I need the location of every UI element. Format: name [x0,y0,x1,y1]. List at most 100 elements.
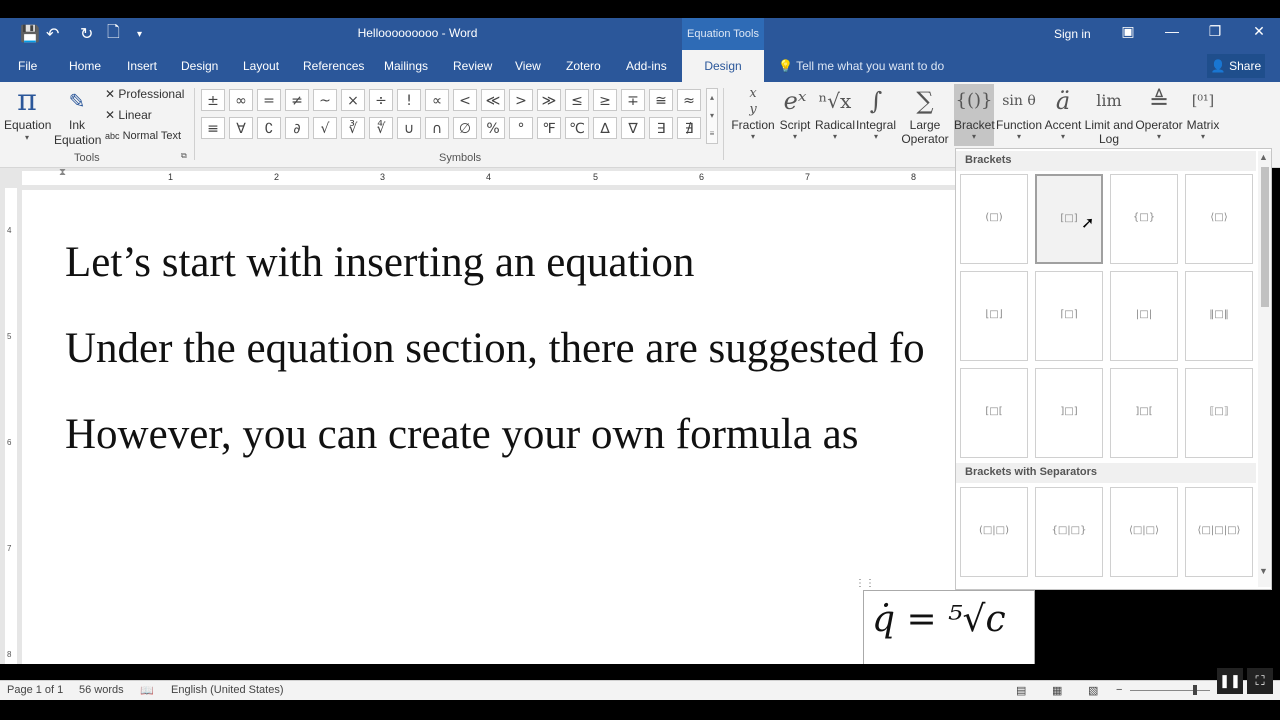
tell-me-search[interactable]: 💡 Tell me what you want to do [778,59,944,73]
sign-in-link[interactable]: Sign in [1054,27,1091,41]
symbol-button[interactable]: ∞ [229,89,253,111]
symbol-button[interactable]: ∆ [593,117,617,139]
symbol-button[interactable]: ∝ [425,89,449,111]
read-mode-icon[interactable]: ▤ [1016,684,1026,697]
symbol-button[interactable]: ∄ [677,117,701,139]
print-layout-icon[interactable]: ▦ [1052,684,1062,697]
symbol-button[interactable]: % [481,117,505,139]
scroll-up-icon[interactable]: ▲ [1259,152,1268,162]
tab-file[interactable]: File [18,59,37,73]
ink-equation-button[interactable]: ✎ Ink Equation [54,84,101,148]
separator-bracket-template[interactable]: ⟨□|□⟩ [1110,487,1178,577]
minimize-icon[interactable]: — [1152,23,1192,39]
symbol-button[interactable]: ∅ [453,117,477,139]
symbols-scroll[interactable]: ▴ ▾ ≡ [706,88,718,144]
bracket-template[interactable]: ]□[ [1110,368,1178,458]
radical-button[interactable]: ⁿ√x Radical ▾ [814,84,856,141]
large-operator-button[interactable]: ∑ Large Operator [898,84,952,146]
tab-layout[interactable]: Layout [243,59,279,73]
fullscreen-icon[interactable]: ⛶ [1247,668,1273,694]
restore-icon[interactable]: ❐ [1195,23,1235,40]
equation-button[interactable]: π Equation ▾ [4,84,51,143]
symbol-button[interactable]: ∇ [621,117,645,139]
symbol-button[interactable]: ≈ [677,89,701,111]
script-button[interactable]: eˣ Script ▾ [777,84,813,141]
symbol-button[interactable]: ∪ [397,117,421,139]
word-count[interactable]: 56 words [79,684,124,696]
bracket-template[interactable]: |□| [1110,271,1178,361]
symbol-button[interactable]: ∩ [425,117,449,139]
symbol-button[interactable]: ≥ [593,89,617,111]
bracket-template[interactable]: (□) [960,174,1028,264]
tab-design[interactable]: Design [181,59,218,73]
symbol-button[interactable]: ~ [313,89,337,111]
limit-and-log-button[interactable]: lim Limit and Log [1084,84,1134,146]
paragraph[interactable]: However, you can create your own formula… [65,410,858,459]
symbol-button[interactable]: ∀ [229,117,253,139]
tab-view[interactable]: View [515,59,541,73]
document-page[interactable]: Let’s start with inserting an equation U… [22,190,955,664]
tab-home[interactable]: Home [69,59,101,73]
proofing-icon[interactable]: 📖 [140,684,154,697]
paragraph[interactable]: Let’s start with inserting an equation [65,238,694,287]
paragraph[interactable]: Under the equation section, there are su… [65,324,955,373]
vertical-ruler[interactable]: 4 5 6 7 8 [5,188,17,664]
tab-add-ins[interactable]: Add-ins [626,59,667,73]
function-button[interactable]: sin θ Function ▾ [996,84,1042,141]
symbol-button[interactable]: × [341,89,365,111]
language[interactable]: English (United States) [171,684,284,696]
professional-option[interactable]: ✕ Professional [105,87,184,101]
tab-mailings[interactable]: Mailings [384,59,428,73]
horizontal-ruler[interactable]: 1 2 3 4 5 6 7 8 ⧗ [22,167,955,185]
symbol-button[interactable]: ℉ [537,117,561,139]
bracket-template[interactable]: {□} [1110,174,1178,264]
symbol-button[interactable]: ! [397,89,421,111]
ribbon-display-options-icon[interactable]: ▣ [1108,23,1148,40]
bracket-template[interactable]: [□[ [960,368,1028,458]
pause-icon[interactable]: ❚❚ [1217,668,1243,694]
symbol-button[interactable]: < [453,89,477,111]
symbol-button[interactable]: ≅ [649,89,673,111]
symbol-button[interactable]: ∃ [649,117,673,139]
symbol-button[interactable]: ∂ [285,117,309,139]
symbol-button[interactable]: ≤ [565,89,589,111]
symbol-button[interactable]: ≪ [481,89,505,111]
bracket-template[interactable]: ]□] [1035,368,1103,458]
fraction-button[interactable]: xy Fraction ▾ [729,84,777,141]
bracket-button[interactable]: {()} Bracket ▾ [954,84,995,146]
symbol-button[interactable]: ± [201,89,225,111]
symbol-button[interactable]: ∁ [257,117,281,139]
separator-bracket-template[interactable]: ⟨□|□|□⟩ [1185,487,1253,577]
symbol-button[interactable]: = [257,89,281,111]
tab-review[interactable]: Review [453,59,492,73]
scroll-down-icon[interactable]: ▼ [1259,566,1268,576]
symbol-button[interactable]: ≡ [201,117,225,139]
accent-button[interactable]: ä Accent ▾ [1043,84,1083,141]
tab-references[interactable]: References [303,59,364,73]
web-layout-icon[interactable]: ▧ [1088,684,1098,697]
symbol-button[interactable]: ∓ [621,89,645,111]
symbol-button[interactable]: > [509,89,533,111]
bracket-template[interactable]: ⟦□⟧ [1185,368,1253,458]
symbol-button[interactable]: ℃ [565,117,589,139]
share-button[interactable]: 👤 Share [1207,54,1265,78]
gallery-scroll-thumb[interactable] [1261,167,1269,307]
symbol-button[interactable]: ° [509,117,533,139]
equation-text[interactable]: q̇ = ⁵√c [872,599,1006,640]
equation-box[interactable]: q̇ = ⁵√c [863,590,1035,664]
bracket-template[interactable]: ⟨□⟩ [1185,174,1253,264]
tab-zotero[interactable]: Zotero [566,59,601,73]
symbol-button[interactable]: ≫ [537,89,561,111]
zoom-out-icon[interactable]: − [1116,684,1122,696]
matrix-button[interactable]: [⁰¹] Matrix ▾ [1184,84,1222,141]
zoom-slider-thumb[interactable] [1193,685,1197,695]
symbol-button[interactable]: ÷ [369,89,393,111]
bracket-template[interactable]: ‖□‖ [1185,271,1253,361]
symbol-button[interactable]: ≠ [285,89,309,111]
bracket-template[interactable]: ⌊□⌋ [960,271,1028,361]
bracket-template[interactable]: ⌈□⌉ [1035,271,1103,361]
zoom-slider[interactable] [1130,690,1210,691]
symbol-button[interactable]: ∛ [341,117,365,139]
tools-dialog-launcher-icon[interactable]: ⧉ [181,151,187,161]
tab-equation-design[interactable]: Design [682,50,764,82]
